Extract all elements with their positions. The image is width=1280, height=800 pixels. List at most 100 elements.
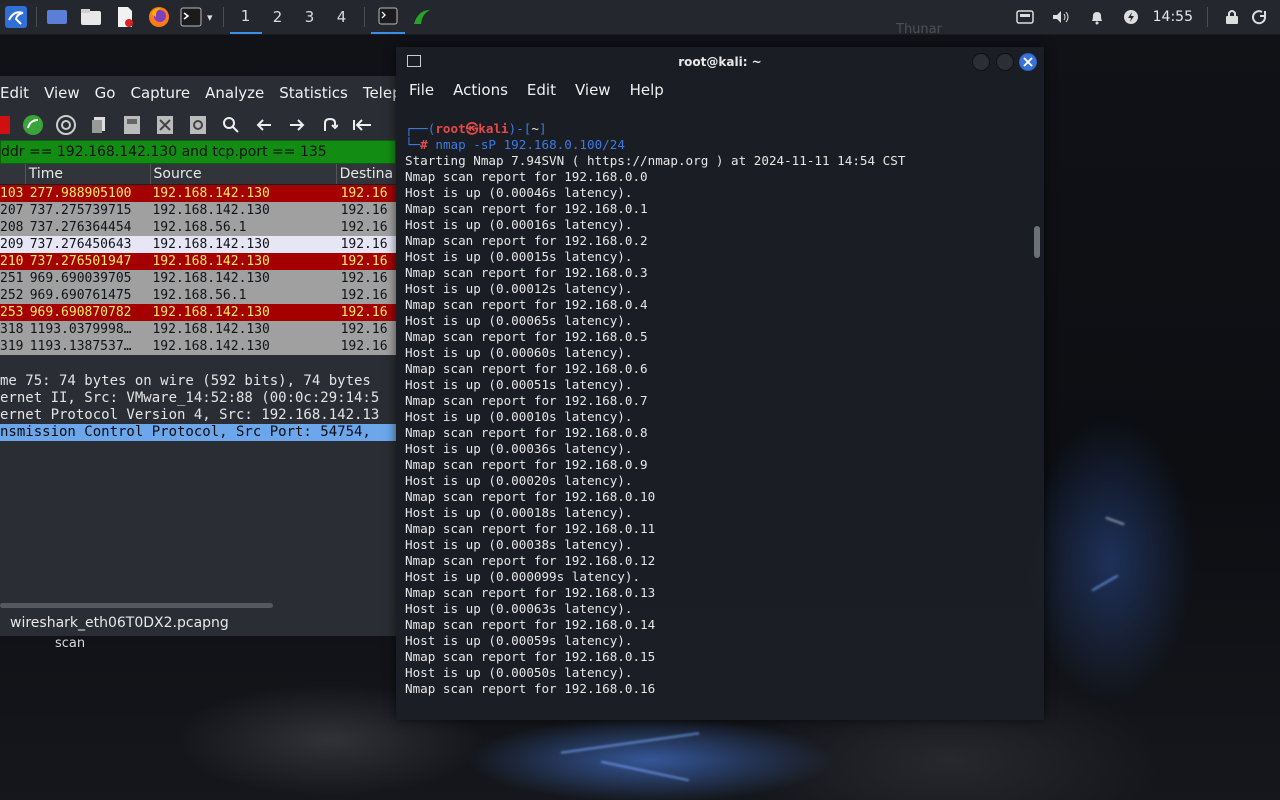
menu-telephony[interactable]: Telephony — [363, 84, 396, 102]
workspace-3[interactable]: 3 — [294, 0, 326, 34]
menu-statistics[interactable]: Statistics — [279, 84, 348, 102]
packet-row[interactable]: 210 737.276501947 192.168.142.130 192.16 — [0, 253, 396, 270]
file-manager-icon[interactable] — [77, 3, 105, 31]
terminal-output-line: Host is up (0.00065s latency). — [405, 313, 633, 328]
go-forward-icon[interactable] — [286, 114, 308, 136]
packet-list: 103 277.988905100 192.168.142.130 192.16 207… — [0, 185, 396, 355]
open-file-icon[interactable] — [88, 114, 110, 136]
packet-cell-no: 251 — [0, 271, 24, 286]
packet-row[interactable]: 103 277.988905100 192.168.142.130 192.16 — [0, 185, 396, 202]
packet-cell-source: 192.168.142.130 — [152, 339, 270, 354]
go-first-packet-icon[interactable] — [352, 114, 374, 136]
terminal-output-line: Starting Nmap 7.94SVN ( https://nmap.org… — [405, 153, 906, 168]
packet-cell-source: 192.168.56.1 — [152, 220, 247, 235]
column-time[interactable]: Time — [26, 164, 151, 184]
status-file-name: wireshark_eth06T0DX2.pcapng — [0, 609, 396, 636]
terminal-output-line: Host is up (0.00051s latency). — [405, 377, 633, 392]
notification-bell-icon[interactable] — [1083, 3, 1111, 31]
packet-row[interactable]: 253 969.690870782 192.168.142.130 192.16 — [0, 304, 396, 321]
terminal-menu-help[interactable]: Help — [630, 81, 664, 99]
packet-row[interactable]: 318 1193.0379998… 192.168.142.130 192.16 — [0, 321, 396, 338]
packet-row[interactable]: 319 1193.1387537… 192.168.142.130 192.16 — [0, 338, 396, 355]
taskbar-wireshark-window[interactable] — [405, 0, 439, 34]
packet-cell-no: 253 — [0, 305, 24, 320]
packet-cell-source: 192.168.142.130 — [152, 322, 270, 337]
terminal-window-icon — [407, 55, 421, 67]
terminal-menu-actions[interactable]: Actions — [453, 81, 508, 99]
menu-analyze[interactable]: Analyze — [205, 84, 264, 102]
workspace-1[interactable]: 1 — [229, 0, 262, 34]
close-file-icon[interactable] — [154, 114, 176, 136]
menu-edit[interactable]: Edit — [0, 84, 29, 102]
terminal-menubar: File Actions Edit View Help — [396, 76, 1044, 104]
terminal-output[interactable]: ┌──(root㉿kali)-[~] └─# nmap -sP 192.168.… — [405, 121, 1030, 720]
close-button[interactable] — [1019, 53, 1037, 71]
packet-detail-line[interactable]: nsmission Control Protocol, Src Port: 54… — [0, 424, 396, 441]
packet-cell-time: 737.276364454 — [29, 220, 132, 235]
logout-icon[interactable] — [1246, 3, 1274, 31]
stop-capture-icon[interactable] — [0, 114, 10, 136]
taskbar-terminal-window[interactable] — [370, 0, 405, 34]
restart-capture-icon[interactable] — [22, 114, 44, 136]
column-destination[interactable]: Destina — [337, 164, 396, 184]
packet-row[interactable]: 207 737.275739715 192.168.142.130 192.16 — [0, 202, 396, 219]
prompt-dir: ~ — [531, 121, 539, 136]
terminal-output-line: Nmap scan report for 192.168.0.8 — [405, 425, 648, 440]
packet-row[interactable]: 252 969.690761475 192.168.56.1 192.16 — [0, 287, 396, 304]
reload-file-icon[interactable] — [187, 114, 209, 136]
menu-view[interactable]: View — [44, 84, 80, 102]
packet-cell-dest: 192.16 — [340, 186, 388, 201]
terminal-output-line: Host is up (0.00018s latency). — [405, 505, 633, 520]
volume-icon[interactable] — [1047, 3, 1075, 31]
packet-row[interactable]: 209 737.276450643 192.168.142.130 192.16 — [0, 236, 396, 253]
terminal-output-line: Nmap scan report for 192.168.0.0 — [405, 169, 648, 184]
workspace-4[interactable]: 4 — [326, 0, 358, 34]
terminal-output-line: Nmap scan report for 192.168.0.1 — [405, 201, 648, 216]
terminal-menu-edit[interactable]: Edit — [527, 81, 556, 99]
packet-cell-time: 1193.1387537… — [29, 339, 132, 354]
chevron-down-icon[interactable]: ▾ — [207, 11, 213, 24]
maximize-button[interactable] — [996, 53, 1014, 71]
packet-cell-no: 318 — [0, 322, 24, 337]
packet-row[interactable]: 208 737.276364454 192.168.56.1 192.16 — [0, 219, 396, 236]
lock-icon[interactable] — [1218, 3, 1246, 31]
packet-cell-source: 192.168.142.130 — [152, 203, 270, 218]
desktop-icon-label[interactable]: scan — [55, 636, 85, 651]
kali-menu-icon[interactable] — [2, 3, 30, 31]
terminal-title: root@kali: ~ — [678, 54, 762, 69]
workspace-2[interactable]: 2 — [262, 0, 294, 34]
display-filter-input[interactable]: ddr == 192.168.142.130 and tcp.port == 1… — [0, 140, 396, 164]
packet-row[interactable]: 251 969.690039705 192.168.142.130 192.16 — [0, 270, 396, 287]
terminal-output-line: Host is up (0.00046s latency). — [405, 185, 633, 200]
packet-detail-line[interactable]: ernet Protocol Version 4, Src: 192.168.1… — [0, 407, 396, 424]
packet-detail-line[interactable]: me 75: 74 bytes on wire (592 bits), 74 b… — [0, 373, 396, 390]
capture-options-icon[interactable] — [55, 114, 77, 136]
go-to-packet-icon[interactable] — [319, 114, 341, 136]
packet-cell-dest: 192.16 — [340, 220, 388, 235]
terminal-scrollbar[interactable] — [1034, 226, 1040, 258]
terminal-menu-file[interactable]: File — [409, 81, 434, 99]
menu-go[interactable]: Go — [95, 84, 116, 102]
search-icon[interactable] — [220, 114, 242, 136]
text-editor-icon[interactable] — [111, 3, 139, 31]
packet-detail-line[interactable]: ernet II, Src: VMware_14:52:88 (00:0c:29… — [0, 390, 396, 407]
packet-details: me 75: 74 bytes on wire (592 bits), 74 b… — [0, 373, 396, 441]
firefox-icon[interactable] — [145, 3, 173, 31]
power-manager-icon[interactable] — [1117, 3, 1145, 31]
terminal-menu-view[interactable]: View — [575, 81, 611, 99]
terminal-output-line: Nmap scan report for 192.168.0.11 — [405, 521, 656, 536]
clock[interactable]: 14:55 — [1153, 9, 1193, 25]
go-back-icon[interactable] — [253, 114, 275, 136]
screenshot-icon[interactable] — [1011, 3, 1039, 31]
packet-cell-dest: 192.16 — [340, 288, 388, 303]
show-desktop-icon[interactable] — [43, 3, 71, 31]
terminal-icon[interactable] — [177, 3, 205, 31]
horizontal-scrollbar[interactable] — [0, 603, 273, 608]
save-file-icon[interactable] — [121, 114, 143, 136]
terminal-output-line: Nmap scan report for 192.168.0.16 — [405, 681, 656, 696]
menu-capture[interactable]: Capture — [130, 84, 190, 102]
column-source[interactable]: Source — [151, 164, 337, 184]
minimize-button[interactable] — [972, 53, 990, 71]
terminal-titlebar[interactable]: root@kali: ~ — [396, 47, 1044, 76]
packet-cell-time: 1193.0379998… — [29, 322, 132, 337]
